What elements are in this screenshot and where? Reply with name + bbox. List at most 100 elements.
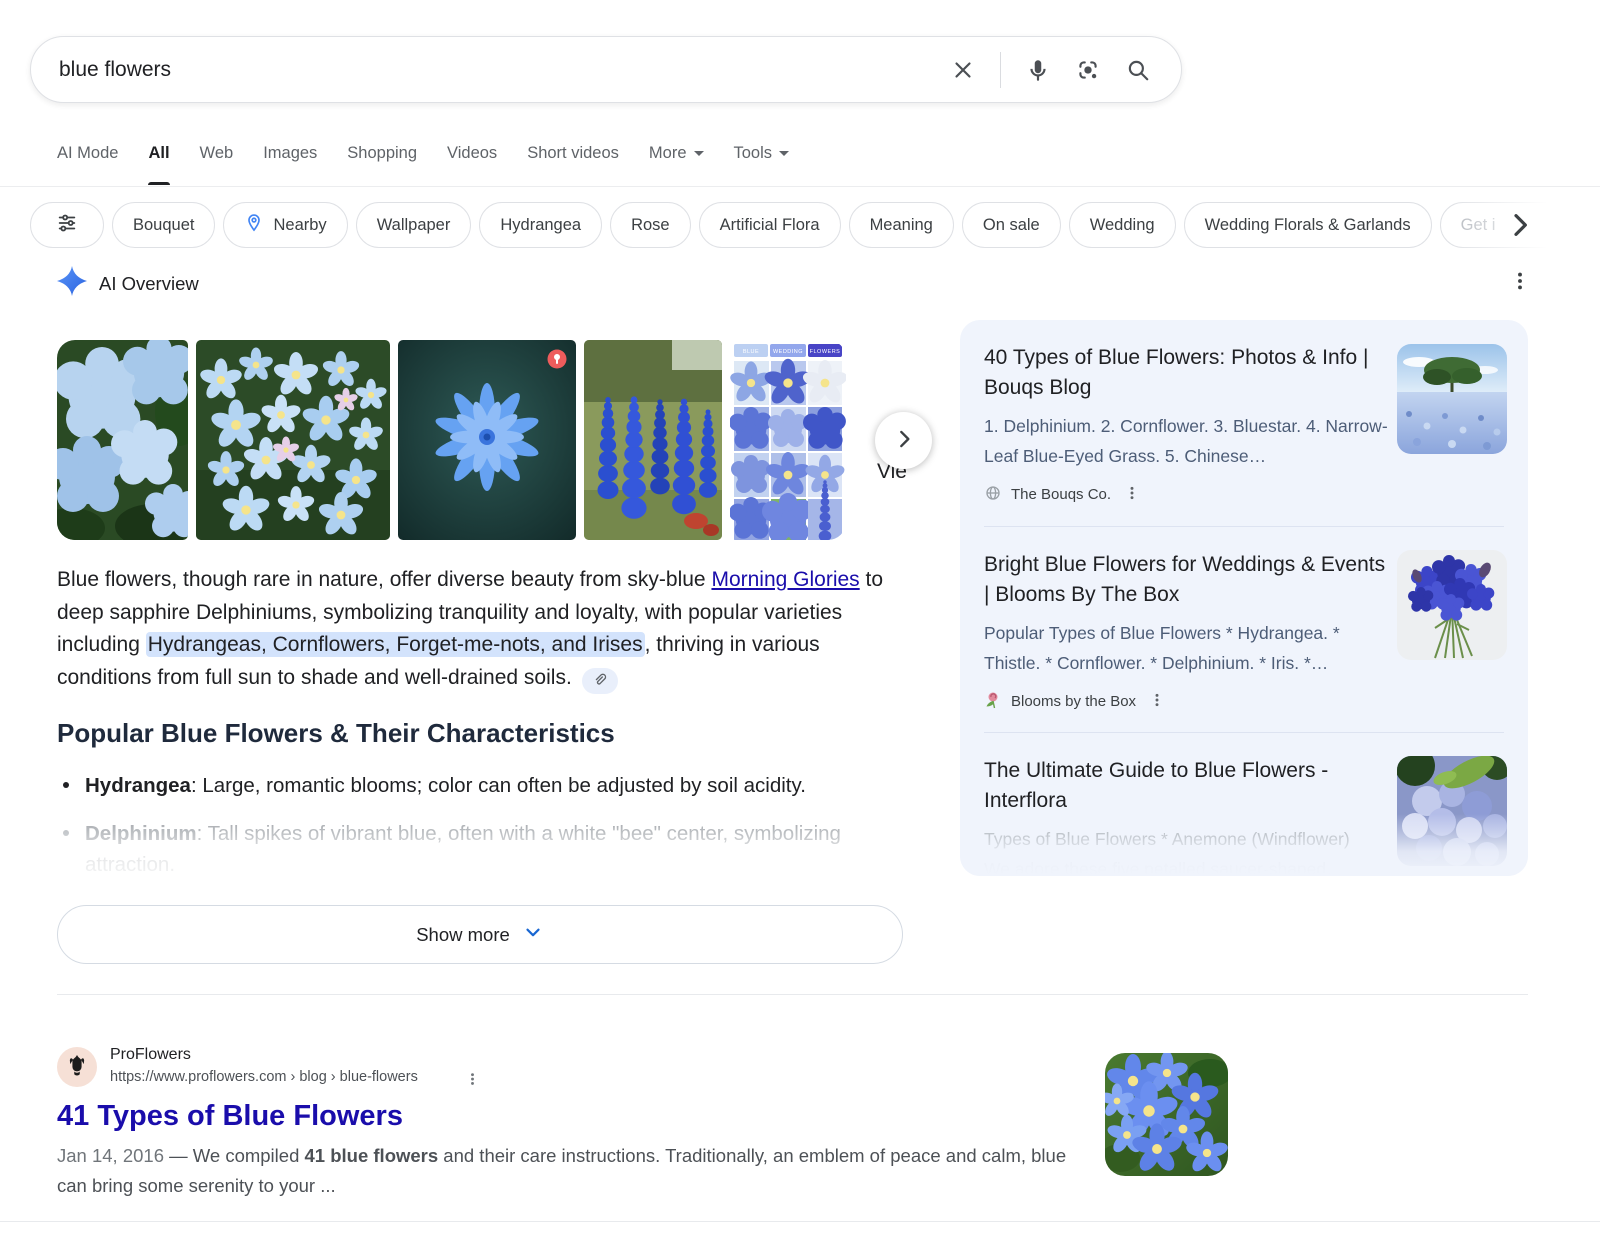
- location-pin-icon: [244, 213, 264, 238]
- chip-artificial-flora[interactable]: Artificial Flora: [699, 202, 841, 248]
- source-snippet: Popular Types of Blue Flowers * Hydrange…: [984, 618, 1394, 678]
- lens-icon: [1075, 57, 1101, 83]
- tab-short-videos[interactable]: Short videos: [527, 144, 619, 185]
- result-menu-button[interactable]: [462, 1069, 482, 1091]
- source-menu-button[interactable]: [1149, 690, 1165, 713]
- bullet-hydrangea: Hydrangea: Large, romantic blooms; color…: [57, 770, 917, 801]
- search-button[interactable]: [1125, 57, 1151, 83]
- bullet-text: : Large, romantic blooms; color can ofte…: [191, 774, 806, 797]
- chip-bouquet[interactable]: Bouquet: [112, 202, 215, 248]
- ai-image-gallery: BLUE WEDDING FLOWERS: [57, 340, 846, 540]
- bullet-text: : Tall spikes of vibrant blue, often wit…: [85, 822, 841, 876]
- chevron-right-icon: [1504, 229, 1536, 244]
- chip-wedding[interactable]: Wedding: [1069, 202, 1176, 248]
- clear-search-button[interactable]: [950, 57, 976, 83]
- chip-wallpaper[interactable]: Wallpaper: [356, 202, 472, 248]
- result-title-link[interactable]: 41 Types of Blue Flowers: [57, 1100, 403, 1133]
- mic-icon: [1025, 57, 1051, 83]
- tab-all[interactable]: All: [148, 144, 169, 185]
- tab-more[interactable]: More: [649, 144, 704, 185]
- close-icon: [950, 57, 976, 83]
- highlighted-text[interactable]: Hydrangeas, Cornflowers, Forget-me-nots,…: [146, 632, 645, 657]
- result-date: Jan 14, 2016: [57, 1145, 164, 1166]
- divider: [984, 526, 1504, 527]
- collage-label: BLUE: [743, 349, 759, 355]
- result-snippet: Jan 14, 2016 — We compiled 41 blue flowe…: [57, 1141, 1087, 1200]
- paperclip-icon: [592, 672, 608, 691]
- search-bar[interactable]: blue flowers: [30, 36, 1182, 103]
- result-favicon: [57, 1047, 97, 1087]
- paragraph-text: Blue flowers, though rare in nature, off…: [57, 568, 711, 591]
- chevron-down-icon: [694, 151, 704, 156]
- source-menu-button[interactable]: [1124, 483, 1140, 506]
- chevron-down-icon: [522, 921, 544, 948]
- gallery-image-forget-me-nots[interactable]: [196, 340, 390, 540]
- result-site-name[interactable]: ProFlowers: [110, 1046, 191, 1064]
- gallery-next-button[interactable]: [875, 412, 932, 469]
- ai-overview-header: AI Overview: [57, 266, 199, 301]
- search-input[interactable]: blue flowers: [59, 58, 950, 82]
- ai-overview-menu-button[interactable]: [1508, 268, 1532, 296]
- tab-tools[interactable]: Tools: [734, 144, 790, 185]
- tune-icon: [56, 212, 78, 239]
- tab-ai-mode[interactable]: AI Mode: [57, 144, 118, 185]
- gallery-image-hydrangea[interactable]: [57, 340, 188, 540]
- divider: [1000, 52, 1001, 88]
- search-icon: [1125, 57, 1151, 83]
- tab-shopping[interactable]: Shopping: [347, 144, 417, 185]
- collage-label: WEDDING: [773, 349, 803, 355]
- tab-images[interactable]: Images: [263, 144, 317, 185]
- tulip-icon: [66, 1053, 88, 1082]
- divider: [0, 186, 1600, 187]
- gallery-image-chicory[interactable]: [398, 340, 576, 540]
- chips-scroll-right-button[interactable]: [1504, 209, 1536, 241]
- chip-meaning[interactable]: Meaning: [849, 202, 954, 248]
- source-title[interactable]: 40 Types of Blue Flowers: Photos & Info …: [984, 343, 1394, 403]
- tab-videos[interactable]: Videos: [447, 144, 497, 185]
- source-title[interactable]: Bright Blue Flowers for Weddings & Event…: [984, 550, 1394, 610]
- source-thumbnail-bouquet[interactable]: [1397, 550, 1507, 660]
- bullet-dot: [63, 830, 69, 836]
- lens-search-button[interactable]: [1075, 57, 1101, 83]
- source-name: The Bouqs Co.: [1011, 486, 1111, 503]
- ai-overview-label: AI Overview: [99, 273, 199, 295]
- chevron-right-icon: [891, 426, 917, 455]
- chip-wedding-florals-garlands[interactable]: Wedding Florals & Garlands: [1184, 202, 1432, 248]
- tab-web[interactable]: Web: [200, 144, 234, 185]
- gallery-image-delphinium[interactable]: [584, 340, 722, 540]
- more-vert-icon: [465, 1077, 480, 1092]
- show-more-button[interactable]: Show more: [57, 905, 903, 964]
- bullet-term: Hydrangea: [85, 774, 191, 797]
- chevron-down-icon: [779, 151, 789, 156]
- result-thumbnail[interactable]: [1105, 1053, 1228, 1176]
- bullet-dot: [63, 782, 69, 788]
- chip-on-sale[interactable]: On sale: [962, 202, 1061, 248]
- collage-label: FLOWERS: [810, 349, 841, 355]
- result-type-tabs: AI Mode All Web Images Shopping Videos S…: [57, 144, 789, 185]
- filter-chip-row: Bouquet Nearby Wallpaper Hydrangea Rose …: [30, 202, 1590, 249]
- source-title[interactable]: The Ultimate Guide to Blue Flowers - Int…: [984, 756, 1394, 816]
- globe-icon: [984, 484, 1002, 506]
- active-tab-underline: [148, 182, 169, 185]
- rose-icon: [984, 691, 1002, 713]
- result-url[interactable]: https://www.proflowers.com › blog › blue…: [110, 1069, 418, 1085]
- ai-section-heading: Popular Blue Flowers & Their Characteris…: [57, 718, 615, 749]
- divider: [0, 1221, 1600, 1222]
- chip-rose[interactable]: Rose: [610, 202, 691, 248]
- ai-overview-sources-card: 40 Types of Blue Flowers: Photos & Info …: [960, 320, 1528, 876]
- divider: [57, 994, 1528, 995]
- bullet-delphinium: Delphinium: Tall spikes of vibrant blue,…: [57, 818, 917, 880]
- gallery-image-collage[interactable]: BLUE WEDDING FLOWERS: [730, 340, 846, 540]
- source-thumbnail-hydrangea[interactable]: [1397, 756, 1507, 866]
- citation-link-button[interactable]: [582, 668, 618, 694]
- filters-button[interactable]: [30, 202, 104, 248]
- source-snippet: 1. Delphinium. 2. Cornflower. 3. Bluesta…: [984, 411, 1394, 471]
- bullet-term: Delphinium: [85, 822, 197, 845]
- voice-search-button[interactable]: [1025, 57, 1051, 83]
- chip-nearby[interactable]: Nearby: [223, 202, 347, 248]
- source-snippet-faded: We adore these five petalled saucer-shap…: [984, 854, 1394, 876]
- source-thumbnail-field[interactable]: [1397, 344, 1507, 454]
- snippet-bold-text: 41 blue flowers: [305, 1145, 439, 1166]
- chip-hydrangea[interactable]: Hydrangea: [479, 202, 602, 248]
- morning-glories-link[interactable]: Morning Glories: [711, 568, 859, 591]
